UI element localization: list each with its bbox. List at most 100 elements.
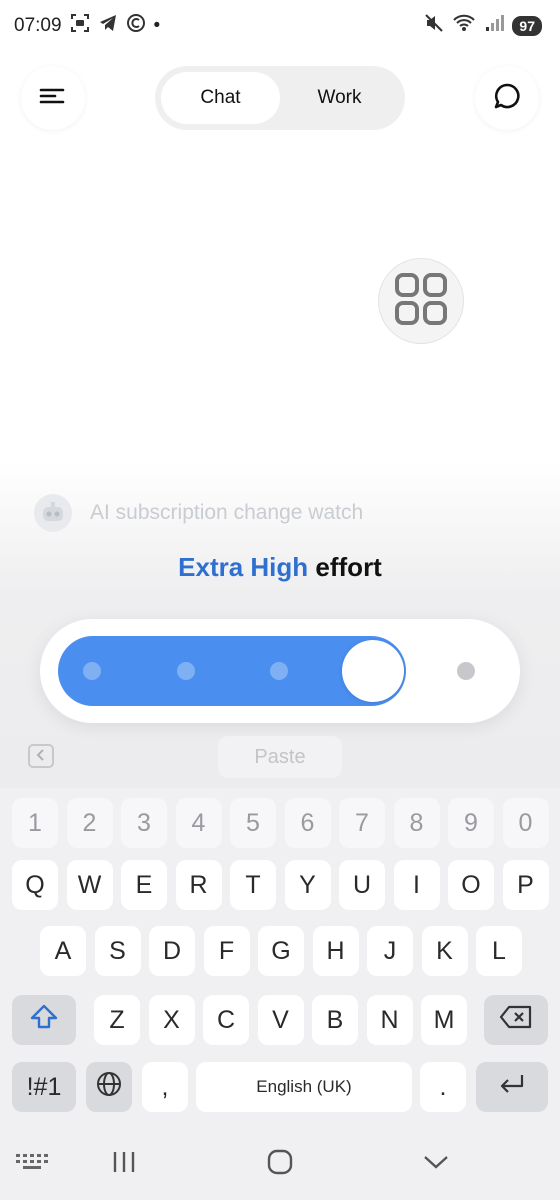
backspace-key[interactable]	[484, 995, 548, 1045]
key-y[interactable]: Y	[284, 860, 331, 910]
period-key[interactable]: .	[420, 1062, 466, 1112]
shift-icon	[29, 1003, 59, 1038]
top-bar: Chat Work	[0, 66, 560, 130]
key-v-label: V	[272, 1005, 289, 1034]
clipboard-back-button[interactable]	[28, 744, 54, 768]
key-c-label: C	[216, 1005, 236, 1034]
key-x[interactable]: X	[148, 995, 195, 1045]
key-l-label: L	[492, 936, 506, 965]
effort-slider-thumb[interactable]	[341, 640, 404, 702]
effort-step-dot[interactable]	[270, 662, 288, 680]
key-d[interactable]: D	[149, 926, 195, 976]
key-0[interactable]: 0	[502, 798, 549, 848]
key-q[interactable]: Q	[12, 860, 58, 910]
backspace-icon	[499, 1005, 533, 1036]
key-0-label: 0	[518, 808, 533, 837]
shift-key[interactable]	[12, 995, 76, 1045]
key-3[interactable]: 3	[121, 798, 167, 848]
recent-apps-button[interactable]	[94, 1142, 154, 1186]
key-h-label: H	[326, 936, 345, 965]
key-o[interactable]: O	[448, 860, 494, 910]
battery-badge: 97	[512, 16, 542, 36]
key-4-label: 4	[191, 808, 206, 837]
key-k[interactable]: K	[421, 926, 468, 976]
key-k-label: K	[436, 936, 453, 965]
comma-key[interactable]: ,	[142, 1062, 188, 1112]
space-key[interactable]: English (UK)	[196, 1062, 412, 1112]
key-n-label: N	[380, 1005, 399, 1034]
key-z-label: Z	[109, 1005, 125, 1034]
effort-step-dot[interactable]	[176, 662, 195, 680]
grid-icon	[393, 271, 449, 332]
key-t-label: T	[245, 870, 261, 899]
key-u[interactable]: U	[339, 860, 385, 910]
mode-tabs: Chat Work	[155, 66, 405, 130]
tab-work[interactable]: Work	[280, 72, 399, 124]
keyboard-grid-icon	[15, 1152, 49, 1177]
key-f[interactable]: F	[203, 926, 250, 976]
space-key-label: English (UK)	[256, 1077, 352, 1096]
enter-key[interactable]	[476, 1062, 548, 1112]
new-chat-button[interactable]	[475, 66, 539, 130]
status-left: 07:09 •	[14, 13, 160, 39]
key-j[interactable]: J	[367, 926, 413, 976]
key-9[interactable]: 9	[448, 798, 494, 848]
symbols-key[interactable]: !#1	[12, 1062, 76, 1112]
key-1[interactable]: 1	[12, 798, 58, 848]
key-t[interactable]: T	[230, 860, 276, 910]
key-2[interactable]: 2	[66, 798, 113, 848]
chevron-left-icon	[36, 748, 46, 764]
key-i[interactable]: I	[393, 860, 440, 910]
key-m[interactable]: M	[421, 995, 467, 1045]
key-a[interactable]: A	[40, 926, 86, 976]
keyboard-switch-button[interactable]	[2, 1142, 62, 1186]
key-w[interactable]: W	[66, 860, 113, 910]
key-s[interactable]: S	[94, 926, 141, 976]
key-6[interactable]: 6	[284, 798, 331, 848]
key-o-label: O	[461, 870, 481, 899]
key-b[interactable]: B	[312, 995, 358, 1045]
key-5[interactable]: 5	[230, 798, 276, 848]
key-7[interactable]: 7	[339, 798, 385, 848]
key-p[interactable]: P	[502, 860, 549, 910]
key-n[interactable]: N	[366, 995, 413, 1045]
home-button[interactable]	[250, 1142, 310, 1186]
suggestion-text: AI subscription change watch	[90, 501, 364, 524]
hide-keyboard-button[interactable]	[406, 1142, 466, 1186]
key-d-label: D	[162, 936, 182, 965]
tab-chat[interactable]: Chat	[161, 72, 280, 124]
key-f-label: F	[218, 936, 235, 965]
key-c[interactable]: C	[203, 995, 249, 1045]
key-v[interactable]: V	[257, 995, 304, 1045]
effort-step-dot[interactable]	[83, 662, 101, 680]
key-h[interactable]: H	[312, 926, 359, 976]
key-8[interactable]: 8	[393, 798, 440, 848]
key-9-label: 9	[464, 808, 478, 837]
suggestion-item[interactable]: AI subscription change watch	[34, 494, 363, 532]
key-e-label: E	[135, 870, 153, 899]
effort-slider[interactable]	[58, 636, 502, 706]
paste-button[interactable]: Paste	[218, 736, 342, 778]
apps-button[interactable]	[378, 258, 464, 344]
home-icon	[267, 1149, 293, 1180]
clipboard-toolbar: Paste	[0, 732, 560, 782]
effort-word: effort	[315, 552, 382, 582]
key-r[interactable]: R	[175, 860, 222, 910]
key-1-label: 1	[28, 808, 42, 837]
status-right: 97	[424, 13, 542, 39]
key-z[interactable]: Z	[94, 995, 140, 1045]
effort-step-dot[interactable]	[457, 662, 475, 680]
symbols-key-label: !#1	[26, 1072, 62, 1101]
key-l[interactable]: L	[476, 926, 522, 976]
key-4[interactable]: 4	[175, 798, 222, 848]
key-e[interactable]: E	[121, 860, 167, 910]
key-g[interactable]: G	[258, 926, 304, 976]
key-x-label: X	[163, 1005, 180, 1034]
navigation-bar	[0, 1128, 560, 1200]
menu-icon	[39, 86, 67, 111]
language-key[interactable]	[86, 1062, 132, 1112]
key-b-label: B	[326, 1005, 344, 1034]
key-7-label: 7	[355, 808, 369, 837]
menu-button[interactable]	[21, 66, 85, 130]
key-g-label: G	[271, 936, 291, 965]
